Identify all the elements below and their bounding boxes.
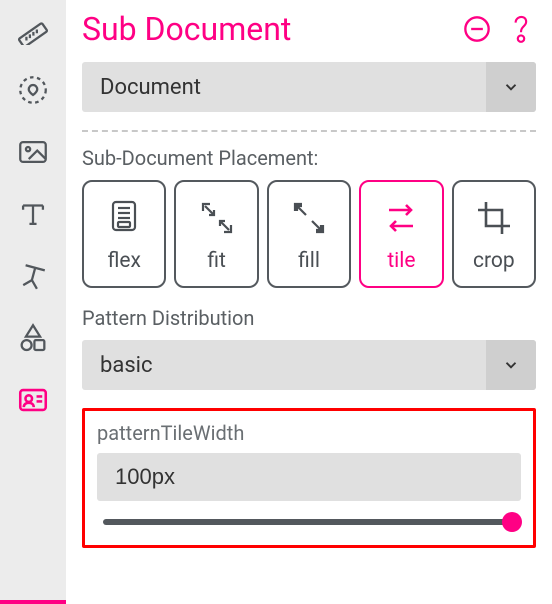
- sidebar: [0, 0, 66, 604]
- placement-fit[interactable]: fit: [174, 180, 258, 288]
- tile-width-slider-thumb[interactable]: [502, 512, 522, 532]
- header-actions: [462, 14, 536, 44]
- tile-icon: [378, 195, 424, 241]
- pin-icon: [16, 259, 50, 293]
- placement-tile[interactable]: tile: [359, 180, 443, 288]
- placement-fill-label: fill: [298, 249, 320, 273]
- sidebar-item-card[interactable]: [13, 380, 53, 420]
- sidebar-item-text[interactable]: [13, 194, 53, 234]
- sidebar-item-pin[interactable]: [13, 256, 53, 296]
- chevron-down-icon: [502, 78, 520, 96]
- placement-crop[interactable]: crop: [452, 180, 536, 288]
- main-panel: Sub Document Document Sub-Document Place…: [66, 0, 552, 604]
- placement-crop-label: crop: [473, 249, 515, 273]
- document-select-chevron[interactable]: [486, 62, 536, 112]
- crop-icon: [471, 195, 517, 241]
- fill-icon: [286, 195, 332, 241]
- placement-flex[interactable]: flex: [82, 180, 166, 288]
- document-select-value: Document: [100, 75, 201, 100]
- sidebar-item-badge[interactable]: [13, 70, 53, 110]
- fit-icon: [194, 195, 240, 241]
- collapse-button[interactable]: [462, 14, 492, 44]
- help-icon: [508, 14, 534, 44]
- tile-width-block: patternTileWidth: [82, 408, 536, 548]
- ruler-icon: [16, 11, 50, 45]
- chevron-down-icon: [502, 356, 520, 374]
- placement-label: Sub-Document Placement:: [82, 146, 536, 170]
- document-select[interactable]: Document: [82, 62, 536, 112]
- panel-title: Sub Document: [82, 10, 291, 48]
- shapes-icon: [16, 321, 50, 355]
- distribution-select-value: basic: [100, 353, 153, 378]
- text-icon: [16, 197, 50, 231]
- sidebar-item-image[interactable]: [13, 132, 53, 172]
- sidebar-active-indicator: [0, 600, 66, 604]
- divider: [82, 130, 536, 132]
- placement-fit-label: fit: [207, 249, 226, 273]
- id-card-icon: [16, 383, 50, 417]
- tile-width-slider[interactable]: [103, 519, 515, 525]
- placement-tile-label: tile: [387, 249, 415, 273]
- minus-circle-icon: [463, 15, 491, 43]
- placement-options: flex fit fill tile crop: [82, 180, 536, 288]
- distribution-select[interactable]: basic: [82, 340, 536, 390]
- tile-width-input[interactable]: [97, 453, 521, 501]
- flex-icon: [101, 195, 147, 241]
- distribution-select-chevron[interactable]: [486, 340, 536, 390]
- distribution-label: Pattern Distribution: [82, 306, 536, 330]
- distribution-block: Pattern Distribution basic: [82, 306, 536, 390]
- sidebar-item-ruler[interactable]: [13, 8, 53, 48]
- panel-header: Sub Document: [82, 10, 536, 48]
- image-icon: [16, 135, 50, 169]
- placement-flex-label: flex: [107, 249, 140, 273]
- sidebar-item-shapes[interactable]: [13, 318, 53, 358]
- badge-icon: [16, 73, 50, 107]
- placement-fill[interactable]: fill: [267, 180, 351, 288]
- tile-width-label: patternTileWidth: [97, 421, 521, 445]
- help-button[interactable]: [506, 14, 536, 44]
